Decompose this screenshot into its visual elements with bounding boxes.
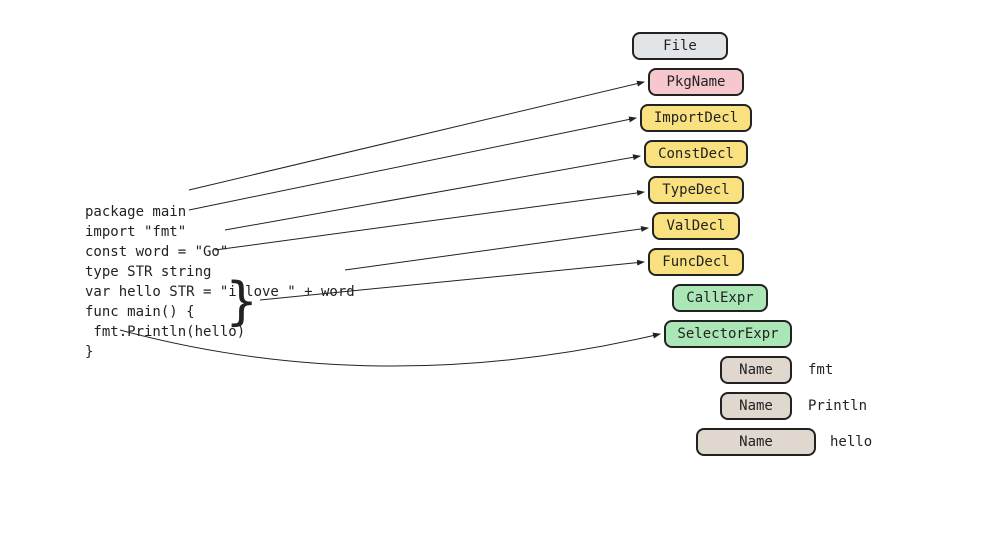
node-funcdecl: FuncDecl — [648, 248, 744, 276]
arrow-val — [345, 228, 648, 270]
code-line-6: func main() { — [85, 304, 195, 320]
node-funcdecl-label: FuncDecl — [662, 254, 729, 270]
node-pkgname-label: PkgName — [666, 74, 725, 90]
code-line-3: const word = "Go" — [85, 244, 228, 260]
node-typedecl-label: TypeDecl — [662, 182, 729, 198]
node-constdecl-label: ConstDecl — [658, 146, 734, 162]
node-file-label: File — [663, 38, 697, 54]
node-file: File — [632, 32, 728, 60]
side-label-println: Println — [808, 398, 867, 414]
node-selectorexpr-label: SelectorExpr — [677, 326, 778, 342]
node-name-fmt-label: Name — [739, 362, 773, 378]
node-name-hello: Name — [696, 428, 816, 456]
side-label-fmt: fmt — [808, 362, 833, 378]
node-name-hello-label: Name — [739, 434, 773, 450]
node-selectorexpr: SelectorExpr — [664, 320, 792, 348]
node-valdecl-label: ValDecl — [666, 218, 725, 234]
code-line-5: var hello STR = "i love " + word — [85, 284, 355, 300]
code-line-4: type STR string — [85, 264, 211, 280]
arrow-pkg — [189, 82, 644, 190]
big-brace: } — [226, 276, 257, 328]
code-line-7: fmt.Println(hello) — [85, 324, 245, 340]
code-block: package main import "fmt" const word = "… — [85, 182, 355, 362]
node-callexpr: CallExpr — [672, 284, 768, 312]
code-line-2: import "fmt" — [85, 224, 186, 240]
node-name-println-label: Name — [739, 398, 773, 414]
node-importdecl-label: ImportDecl — [654, 110, 738, 126]
side-label-hello: hello — [830, 434, 872, 450]
node-pkgname: PkgName — [648, 68, 744, 96]
node-callexpr-label: CallExpr — [686, 290, 753, 306]
code-line-8: } — [85, 344, 93, 360]
node-valdecl: ValDecl — [652, 212, 740, 240]
node-name-println: Name — [720, 392, 792, 420]
node-name-fmt: Name — [720, 356, 792, 384]
code-line-1: package main — [85, 204, 186, 220]
node-typedecl: TypeDecl — [648, 176, 744, 204]
node-constdecl: ConstDecl — [644, 140, 748, 168]
node-importdecl: ImportDecl — [640, 104, 752, 132]
